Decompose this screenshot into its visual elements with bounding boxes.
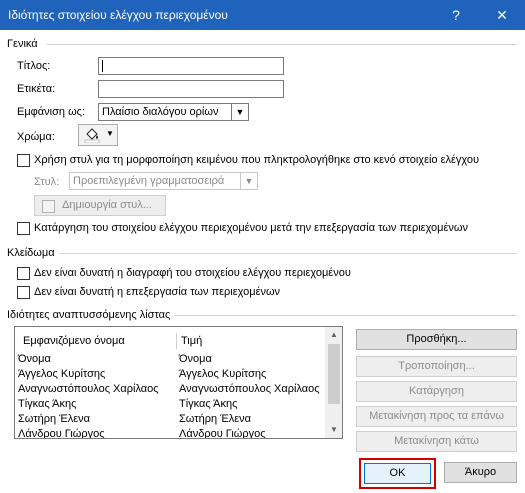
title-label: Τίτλος:: [17, 60, 51, 72]
show-as-label: Εμφάνιση ως:: [17, 106, 86, 118]
move-up-button[interactable]: Μετακίνηση προς τα επάνω: [356, 406, 517, 427]
list-properties-section-label: Ιδιότητες αναπτυσσόμενης λίστας: [7, 309, 175, 321]
remove-after-edit-checkbox[interactable]: [17, 222, 30, 235]
new-style-label: Δημιουργία στυλ...: [62, 199, 152, 211]
window-title: Ιδιότητες στοιχείου ελέγχου περιεχομένου: [8, 8, 228, 22]
scroll-down-icon[interactable]: ▼: [326, 422, 342, 438]
ok-button-highlight: OK: [359, 458, 436, 489]
locking-divider: [59, 253, 517, 254]
move-down-button[interactable]: Μετακίνηση κάτω: [356, 431, 517, 452]
list-item-display[interactable]: Άγγελος Κυρίτσης: [18, 368, 105, 380]
list-item-value[interactable]: Τίγκας Άκης: [179, 398, 237, 410]
scroll-thumb[interactable]: [328, 344, 340, 404]
scroll-up-icon[interactable]: ▲: [326, 327, 342, 343]
show-as-value: Πλαίσιο διαλόγου ορίων: [102, 106, 219, 118]
move-up-button-label: Μετακίνηση προς τα επάνω: [369, 410, 504, 422]
tag-input[interactable]: [98, 80, 284, 98]
list-item-display[interactable]: Λάνδρου Γιώργος: [18, 428, 105, 438]
list-item-value[interactable]: Όνομα: [179, 353, 212, 365]
help-icon: ?: [452, 7, 460, 23]
help-button[interactable]: ?: [433, 0, 479, 30]
column-separator: [176, 333, 177, 349]
tag-label: Ετικέτα:: [17, 83, 56, 95]
remove-button-label: Κατάργηση: [409, 385, 464, 397]
list-item-value[interactable]: Σωτήρη Έλενα: [179, 413, 251, 425]
locking-section: Κλείδωμα: [7, 247, 519, 259]
style-value: Προεπιλεγμένη γραμματοσειρά: [73, 175, 225, 187]
cannot-edit-label: Δεν είναι δυνατή η επεξεργασία των περιε…: [34, 286, 281, 298]
list-item-display[interactable]: Σωτήρη Έλενα: [18, 413, 90, 425]
paint-bucket-icon: [84, 128, 100, 143]
list-properties-section: Ιδιότητες αναπτυσσόμενης λίστας: [7, 309, 519, 321]
add-button-label: Προσθήκη...: [406, 333, 467, 345]
list-item-display[interactable]: Όνομα: [18, 353, 51, 365]
style-chevron-down-icon: ▼: [240, 173, 257, 189]
add-button[interactable]: Προσθήκη...: [356, 329, 517, 350]
close-icon: ✕: [496, 7, 508, 23]
cancel-button[interactable]: Άκυρο: [444, 462, 517, 483]
style-label: Στυλ:: [34, 176, 60, 188]
cannot-delete-checkbox[interactable]: [17, 267, 30, 280]
cancel-button-label: Άκυρο: [464, 466, 497, 478]
color-dropdown-icon: ▼: [106, 129, 114, 138]
list-item-display[interactable]: Αναγνωστόπουλος Χαρίλαος: [18, 383, 159, 395]
general-section-label: Γενικά: [7, 38, 42, 50]
remove-button[interactable]: Κατάργηση: [356, 381, 517, 402]
new-style-icon: [42, 200, 55, 213]
title-bar: Ιδιότητες στοιχείου ελέγχου περιεχομένου…: [0, 0, 525, 30]
list-scrollbar[interactable]: ▲ ▼: [325, 327, 342, 438]
use-style-label: Χρήση στυλ για τη μορφοποίηση κειμένου π…: [34, 154, 480, 166]
general-divider: [47, 44, 517, 45]
style-dropdown[interactable]: Προεπιλεγμένη γραμματοσειρά ▼: [69, 172, 258, 190]
modify-button-label: Τροποποίηση...: [398, 360, 475, 372]
remove-after-edit-label: Κατάργηση του στοιχείου ελέγχου περιεχομ…: [34, 222, 468, 234]
list-item-value[interactable]: Άγγελος Κυρίτσης: [179, 368, 266, 380]
list-item-value[interactable]: Αναγνωστόπουλος Χαρίλαος: [179, 383, 320, 395]
ok-button[interactable]: OK: [364, 463, 431, 484]
list-item-display[interactable]: Τίγκας Άκης: [18, 398, 76, 410]
column-header-value[interactable]: Τιμή: [181, 335, 202, 347]
dropdown-items-list[interactable]: Εμφανιζόμενο όνομα Τιμή Όνομα Όνομα Άγγε…: [14, 326, 343, 439]
list-item-value[interactable]: Λάνδρου Γιώργος: [179, 428, 266, 438]
column-header-display-name[interactable]: Εμφανιζόμενο όνομα: [23, 335, 125, 347]
show-as-dropdown[interactable]: Πλαίσιο διαλόγου ορίων ▼: [98, 103, 249, 121]
modify-button[interactable]: Τροποποίηση...: [356, 356, 517, 377]
title-input[interactable]: [98, 57, 284, 75]
color-label: Χρώμα:: [17, 131, 55, 143]
cannot-delete-label: Δεν είναι δυνατή η διαγραφή του στοιχείο…: [34, 267, 351, 279]
chevron-down-icon: ▼: [231, 104, 248, 120]
locking-section-label: Κλείδωμα: [7, 247, 59, 259]
ok-button-label: OK: [389, 467, 406, 479]
close-button[interactable]: ✕: [479, 0, 525, 30]
cannot-edit-checkbox[interactable]: [17, 286, 30, 299]
text-cursor: [102, 60, 103, 72]
general-section: Γενικά: [7, 38, 519, 50]
move-down-button-label: Μετακίνηση κάτω: [394, 435, 479, 447]
list-properties-divider: [155, 315, 517, 316]
new-style-button[interactable]: Δημιουργία στυλ...: [34, 195, 166, 216]
use-style-checkbox[interactable]: [17, 154, 30, 167]
color-picker-button[interactable]: ▼: [78, 124, 118, 146]
